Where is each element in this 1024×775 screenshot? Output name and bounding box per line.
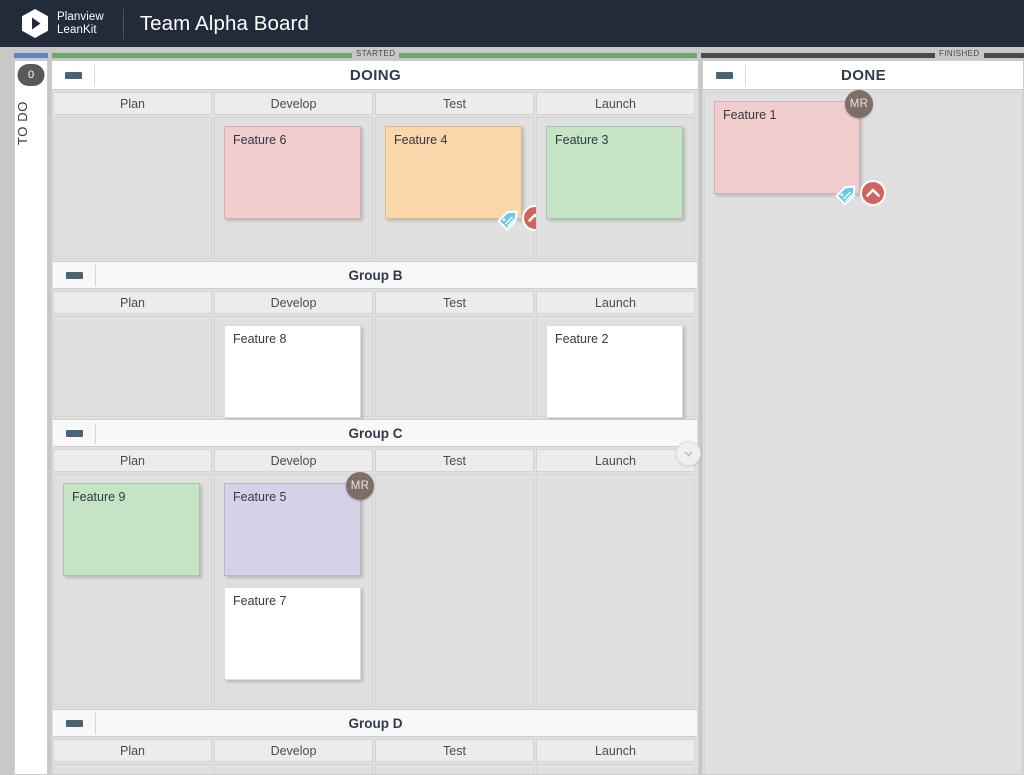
card[interactable]: Feature 2 [546,325,683,418]
card[interactable]: Feature 8 [224,325,361,418]
group-title: Group B [348,267,403,283]
board-title: Team Alpha Board [139,11,309,35]
dropzone-test[interactable] [375,764,534,774]
todo-card-count-badge: 0 [17,64,45,86]
column-header-launch[interactable]: Launch [536,739,695,762]
board-canvas: STARTED FINISHED 0 TO DO DOING Plan Develop… [0,47,1024,775]
card-title: Feature 5 [233,490,287,504]
dropzone-plan[interactable] [53,117,212,259]
dropzone-develop[interactable]: Feature 8 [214,316,373,418]
dropzone-develop[interactable]: Feature 5 MR Feature 7 [214,472,374,707]
column-header-develop[interactable]: Develop [214,291,373,314]
lane-doing[interactable]: DOING Plan Develop Test Launch Feature 6 Featu… [51,60,699,775]
lane-header-done: DONE [703,61,1023,90]
brand-name: Planview LeanKit [57,11,104,37]
card-title: Feature 2 [555,332,609,346]
column-header-develop[interactable]: Develop [214,739,373,762]
column-header-launch[interactable]: Launch [536,291,695,314]
column-header-develop[interactable]: Develop [214,449,373,472]
card-title: Feature 8 [233,332,287,346]
dropzone-launch[interactable]: Feature 3 [536,117,695,259]
column-header-test[interactable]: Test [375,739,534,762]
column-header-launch[interactable]: Launch [536,92,695,115]
column-header-develop[interactable]: Develop [214,92,373,115]
card[interactable]: Feature 9 [63,483,200,576]
column-header-row: Plan Develop Test Launch [52,737,698,762]
card-title: Feature 6 [233,133,287,147]
minus-icon[interactable] [66,271,83,279]
lane-title-done: DONE [841,66,886,84]
phase-label-finished: FINISHED [935,49,984,58]
group-title: Group C [348,425,403,441]
lane-title-doing: DOING [349,66,402,84]
column-header-row: Plan Develop Test Launch [52,447,698,472]
column-header-row: Plan Develop Test Launch [52,289,698,314]
dropzone-launch[interactable] [536,474,695,707]
phase-strip: STARTED FINISHED [0,49,1024,60]
dropzone-develop[interactable]: Feature 6 [214,117,373,259]
dropzone-test[interactable] [375,316,534,417]
lane-body-row-group-d [52,762,698,774]
minus-icon[interactable] [66,429,83,437]
minus-icon[interactable] [65,71,82,79]
scroll-down-chevron[interactable] [676,441,701,466]
priority-up-icon[interactable] [859,179,887,207]
group-header-group-d[interactable]: Group D [53,709,697,737]
dropzone-done[interactable]: Feature 1 MR [704,90,1022,774]
card[interactable]: Feature 7 [224,587,361,680]
lane-body-row-group-a: Feature 6 Feature 4 Feature 3 [52,115,698,261]
lane-header-doing: DOING [52,61,698,90]
dropzone-test[interactable]: Feature 4 [375,117,548,259]
card[interactable]: Feature 4 [385,126,548,231]
column-header-launch[interactable]: Launch [536,449,695,472]
card[interactable]: Feature 6 [224,126,361,219]
tag-icon[interactable] [834,179,862,207]
header-divider [122,8,124,39]
card-title: Feature 4 [394,133,448,147]
group-header-group-c[interactable]: Group C [53,419,697,447]
dropzone-plan[interactable] [53,764,212,774]
app-header-bar: Planview LeanKit Team Alpha Board [0,0,1024,47]
phase-label-started: STARTED [352,49,400,58]
card-icon-group [834,179,887,207]
phase-segment-backlog [14,53,48,58]
dropzone-plan[interactable] [53,316,212,417]
minus-icon[interactable] [66,719,83,727]
card[interactable]: Feature 1 MR [714,90,886,206]
lane-todo[interactable]: 0 TO DO [14,60,48,775]
dropzone-launch[interactable] [536,764,695,774]
group-title: Group D [348,715,403,731]
card-title: Feature 7 [233,594,287,608]
column-header-test[interactable]: Test [375,449,534,472]
card[interactable]: Feature 3 [546,126,683,219]
brand-line-1: Planview [57,10,104,23]
column-header-plan[interactable]: Plan [53,449,212,472]
tag-icon[interactable] [496,204,524,232]
brand-line-2: LeanKit [57,23,97,36]
column-header-plan[interactable]: Plan [53,739,212,762]
column-header-row: Plan Develop Test Launch [52,90,698,115]
brand-logo-block[interactable]: Planview LeanKit [0,9,104,38]
lane-body-row-group-b: Feature 8 Feature 2 [52,314,698,419]
lane-todo-label: TO DO [15,101,30,145]
group-header-group-b[interactable]: Group B [53,261,697,289]
card-title: Feature 9 [72,490,126,504]
dropzone-launch[interactable]: Feature 2 [536,316,695,418]
minus-icon[interactable] [716,71,733,79]
dropzone-plan[interactable]: Feature 9 [53,474,212,707]
column-header-test[interactable]: Test [375,92,534,115]
dropzone-test[interactable] [375,474,534,707]
lane-body-row-group-c: Feature 9 Feature 5 MR Feature 7 [52,472,698,709]
column-header-plan[interactable]: Plan [53,291,212,314]
card-title: Feature 1 [723,108,777,122]
lane-done[interactable]: DONE Feature 1 MR [702,60,1024,775]
card[interactable]: Feature 5 MR [224,472,374,576]
planview-play-logo-icon [22,9,48,38]
card-title: Feature 3 [555,133,609,147]
column-header-test[interactable]: Test [375,291,534,314]
lane-body-row-done-body: Feature 1 MR [703,90,1023,774]
column-header-plan[interactable]: Plan [53,92,212,115]
dropzone-develop[interactable] [214,764,373,774]
chevron-down-icon [684,451,693,457]
